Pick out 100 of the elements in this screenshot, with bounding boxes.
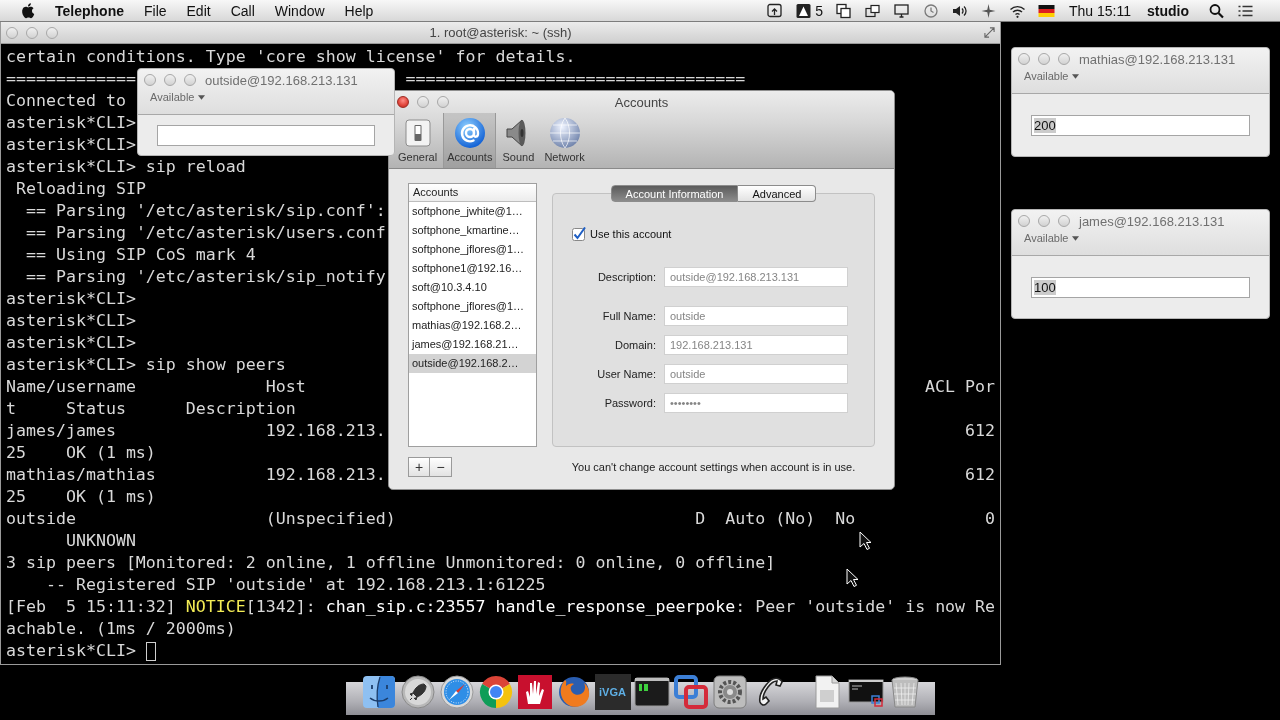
input-field[interactable] — [157, 124, 375, 146]
window-title: outside@192.168.213.131 — [205, 72, 358, 88]
terminal-text: asterisk*CLI> — [6, 288, 136, 310]
caret-icon — [1072, 235, 1080, 241]
list-item[interactable]: softphone_jflores@1… — [409, 240, 536, 259]
terminal-text: == Using SIP CoS mark 4 — [26, 244, 256, 266]
pointer-icon — [859, 531, 872, 551]
terminal-text: Connected to — [6, 90, 126, 112]
menu-item[interactable]: Edit — [176, 0, 221, 21]
terminal-text: Reloading SIP — [16, 178, 146, 200]
compass-icon[interactable] — [438, 674, 475, 710]
status-menu[interactable]: Available — [150, 91, 206, 103]
terminal-text: 3 sip peers [Monitored: 2 online, 1 offline Unmonitored: 0 online, 0 offline] — [6, 552, 776, 574]
list-item[interactable]: james@192.168.21… — [409, 335, 536, 354]
field-label: Full Name: — [601, 310, 656, 322]
terminal-text: D Auto (No) No 0 — [695, 508, 996, 530]
globe-icon — [548, 117, 581, 149]
column-header: Accounts — [409, 184, 536, 202]
gear-icon[interactable] — [711, 674, 748, 710]
segmented-circle-icon[interactable] — [477, 674, 514, 710]
terminal-text: asterisk*CLI> — [6, 640, 136, 662]
checkbox[interactable] — [572, 227, 586, 241]
window-title: james@192.168.213.131 — [1079, 213, 1225, 229]
triangle-tile-icon[interactable] — [795, 2, 813, 19]
overlapping-squares-icon[interactable] — [835, 2, 852, 19]
list-item[interactable]: outside@192.168.2… — [409, 354, 536, 373]
terminal-text: t Status Description — [6, 398, 296, 420]
tab[interactable]: Account Information — [610, 185, 739, 202]
terminal-text: ============= — [6, 68, 136, 90]
window-pair-icon[interactable] — [864, 2, 881, 19]
clock-icon[interactable] — [922, 2, 939, 19]
list-button[interactable]: + — [408, 457, 430, 477]
menu-item[interactable]: Telephone — [45, 0, 134, 21]
terminal-text: 612 — [965, 420, 996, 442]
menu-item[interactable]: File — [133, 0, 177, 21]
close-icon[interactable] — [397, 96, 409, 108]
apple-icon[interactable] — [20, 2, 35, 19]
caret-icon — [1072, 73, 1080, 79]
terminal-text: == Parsing '/etc/asterisk/users.conf — [26, 222, 386, 244]
list-item[interactable]: mathias@192.168.2… — [409, 316, 536, 335]
menu-item[interactable]: Window — [264, 0, 335, 21]
user-name[interactable]: studio — [1147, 0, 1189, 21]
overlapping-squares-icon[interactable] — [672, 674, 709, 710]
status-menu[interactable]: Available — [1024, 70, 1080, 82]
terminal-text: ACL Por — [925, 376, 996, 398]
terminal-text: [Feb 5 15:11:32] NOTICE[1342]: chan_sip.c:23557 handle_response_peerpoke: Peer 'outside' is now Re — [6, 596, 996, 618]
field-label: User Name: — [596, 368, 656, 380]
flag-icon[interactable] — [1038, 4, 1055, 17]
field-label: Domain: — [614, 339, 656, 351]
dock-app-button[interactable]: iVGA — [594, 674, 631, 710]
at-sign-icon — [453, 117, 486, 149]
terminal-icon[interactable] — [633, 674, 670, 710]
window-title: Accounts — [614, 94, 669, 110]
terminal-text: 25 OK (1 ms) — [6, 442, 156, 464]
field-value: 100 — [1034, 279, 1056, 295]
clock[interactable]: Thu 15:11 — [1069, 0, 1131, 21]
terminal-text: certain conditions. Type 'core show license' for details. — [6, 46, 576, 68]
input-field[interactable]: 100 — [1031, 276, 1250, 298]
terminal-text: asterisk*CLI> — [6, 332, 136, 354]
terminal-text: asterisk*CLI> sip reload — [6, 156, 246, 178]
menu-item[interactable]: Help — [334, 0, 384, 21]
pointer-icon — [846, 568, 859, 588]
field-value: 200 — [1034, 117, 1056, 133]
list-item[interactable]: softphone_kmartine… — [409, 221, 536, 240]
toolbar-tab[interactable]: Sound — [498, 113, 539, 168]
toolbar-tab[interactable]: General — [394, 113, 442, 168]
terminal-text: achable. (1ms / 2000ms) — [6, 618, 236, 640]
field-label: Description: — [596, 271, 656, 283]
field-label: Password: — [603, 397, 656, 409]
terminal-text: asterisk*CLI> — [6, 310, 136, 332]
monitor-icon[interactable] — [893, 2, 910, 19]
window-title: mathias@192.168.213.131 — [1079, 51, 1236, 67]
list-item[interactable]: softphone_jflores@1… — [409, 297, 536, 316]
terminal-text: == Parsing '/etc/asterisk/sip_notify — [26, 266, 386, 288]
search-icon[interactable] — [1208, 2, 1225, 19]
list-item[interactable]: softphone1@192.16… — [409, 259, 536, 278]
status-text: 5 — [815, 1, 823, 21]
tab[interactable]: Advanced — [738, 185, 817, 202]
toolbar-tab[interactable]: Network — [540, 113, 589, 168]
terminal-text: 25 OK (1 ms) — [6, 486, 156, 508]
terminal-text: ================================== — [405, 68, 746, 90]
terminal-text: 612 — [965, 464, 996, 486]
list-button[interactable]: − — [430, 457, 452, 477]
hand-icon[interactable] — [516, 674, 553, 710]
window-title: 1. root@asterisk: ~ (ssh) — [429, 25, 572, 40]
menu-item[interactable]: Call — [220, 0, 265, 21]
terminal-text: asterisk*CLI> sip show peers — [6, 354, 286, 376]
terminal-text: Name/username Host — [6, 376, 306, 398]
terminal-text: asterisk*CLI> — [6, 112, 136, 134]
expand-arrows-icon[interactable] — [984, 27, 995, 38]
input-field[interactable]: 200 — [1031, 114, 1250, 136]
rocket-icon[interactable] — [399, 674, 436, 710]
terminal-text: james/james 192.168.213. — [6, 420, 386, 442]
list-item[interactable]: soft@10.3.4.10 — [409, 278, 536, 297]
list-item[interactable]: softphone_jwhite@1… — [409, 202, 536, 221]
checkbox-label: Use this account — [590, 228, 672, 240]
terminal-text: == Parsing '/etc/asterisk/sip.conf': — [26, 200, 386, 222]
status-menu[interactable]: Available — [1024, 232, 1080, 244]
toolbar-tab[interactable]: Accounts — [443, 113, 497, 168]
face-icon[interactable] — [360, 674, 397, 710]
